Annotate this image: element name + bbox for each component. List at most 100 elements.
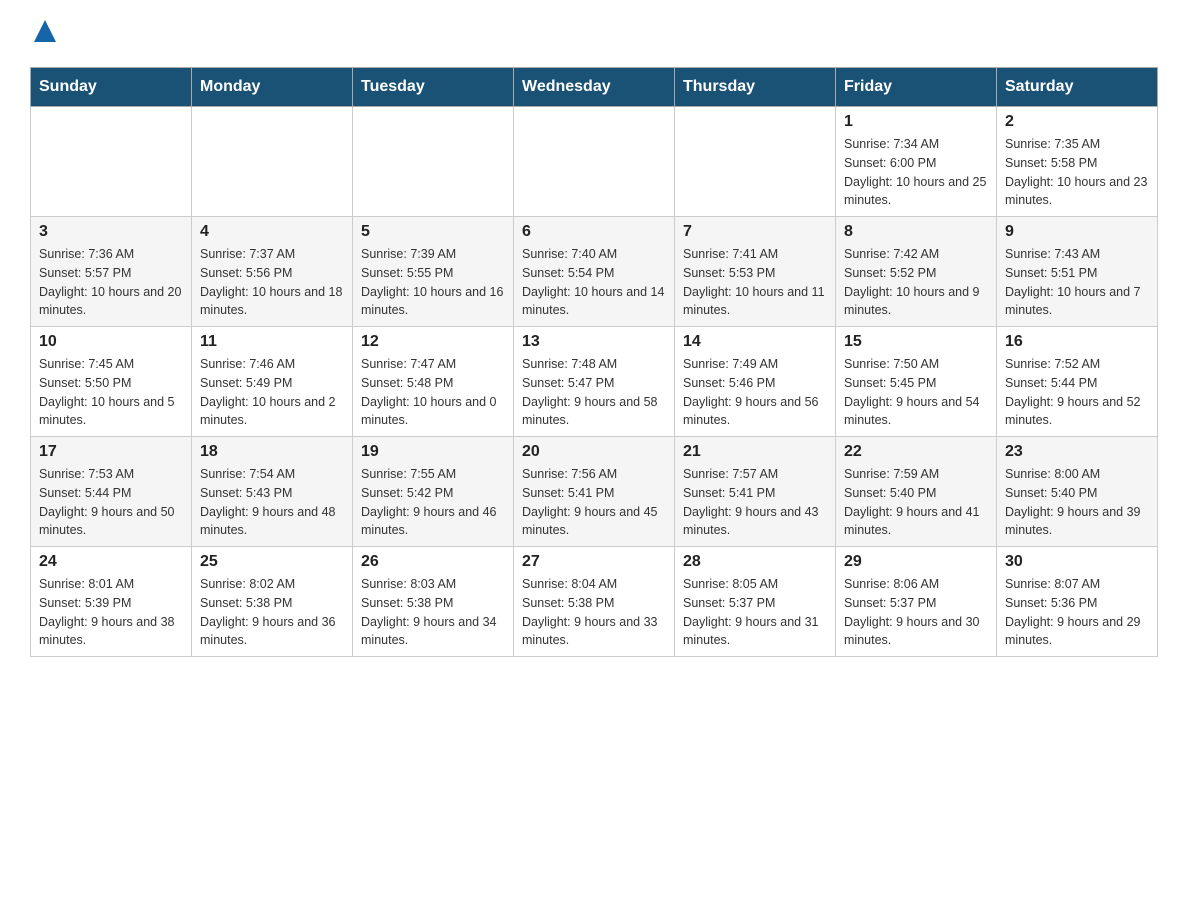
- table-row: 28 Sunrise: 8:05 AMSunset: 5:37 PMDayligh…: [675, 547, 836, 657]
- day-info: Sunrise: 7:49 AMSunset: 5:46 PMDaylight:…: [683, 355, 827, 430]
- day-info: Sunrise: 7:48 AMSunset: 5:47 PMDaylight:…: [522, 355, 666, 430]
- table-row: 22 Sunrise: 7:59 AMSunset: 5:40 PMDayligh…: [836, 437, 997, 547]
- table-row: 29 Sunrise: 8:06 AMSunset: 5:37 PMDayligh…: [836, 547, 997, 657]
- table-row: 12 Sunrise: 7:47 AMSunset: 5:48 PMDayligh…: [353, 327, 514, 437]
- col-saturday: Saturday: [997, 68, 1158, 107]
- table-row: 27 Sunrise: 8:04 AMSunset: 5:38 PMDayligh…: [514, 547, 675, 657]
- calendar-row: 3 Sunrise: 7:36 AMSunset: 5:57 PMDaylight…: [31, 217, 1158, 327]
- day-info: Sunrise: 7:50 AMSunset: 5:45 PMDaylight:…: [844, 355, 988, 430]
- day-info: Sunrise: 8:03 AMSunset: 5:38 PMDaylight:…: [361, 575, 505, 650]
- day-number: 15: [844, 333, 988, 351]
- day-number: 20: [522, 443, 666, 461]
- table-row: 7 Sunrise: 7:41 AMSunset: 5:53 PMDaylight…: [675, 217, 836, 327]
- table-row: 30 Sunrise: 8:07 AMSunset: 5:36 PMDayligh…: [997, 547, 1158, 657]
- day-number: 7: [683, 223, 827, 241]
- day-info: Sunrise: 7:52 AMSunset: 5:44 PMDaylight:…: [1005, 355, 1149, 430]
- day-number: 30: [1005, 553, 1149, 571]
- day-number: 2: [1005, 113, 1149, 131]
- table-row: 15 Sunrise: 7:50 AMSunset: 5:45 PMDayligh…: [836, 327, 997, 437]
- day-number: 13: [522, 333, 666, 351]
- day-info: Sunrise: 7:59 AMSunset: 5:40 PMDaylight:…: [844, 465, 988, 540]
- day-number: 5: [361, 223, 505, 241]
- table-row: 18 Sunrise: 7:54 AMSunset: 5:43 PMDayligh…: [192, 437, 353, 547]
- day-number: 10: [39, 333, 183, 351]
- table-row: [675, 107, 836, 217]
- col-tuesday: Tuesday: [353, 68, 514, 107]
- table-row: 20 Sunrise: 7:56 AMSunset: 5:41 PMDayligh…: [514, 437, 675, 547]
- day-number: 14: [683, 333, 827, 351]
- logo: [30, 20, 56, 47]
- day-number: 11: [200, 333, 344, 351]
- day-info: Sunrise: 7:47 AMSunset: 5:48 PMDaylight:…: [361, 355, 505, 430]
- col-thursday: Thursday: [675, 68, 836, 107]
- day-number: 8: [844, 223, 988, 241]
- day-number: 26: [361, 553, 505, 571]
- day-info: Sunrise: 7:34 AMSunset: 6:00 PMDaylight:…: [844, 135, 988, 210]
- day-number: 29: [844, 553, 988, 571]
- col-sunday: Sunday: [31, 68, 192, 107]
- table-row: 14 Sunrise: 7:49 AMSunset: 5:46 PMDayligh…: [675, 327, 836, 437]
- day-number: 27: [522, 553, 666, 571]
- day-number: 24: [39, 553, 183, 571]
- calendar-row: 17 Sunrise: 7:53 AMSunset: 5:44 PMDayligh…: [31, 437, 1158, 547]
- day-number: 22: [844, 443, 988, 461]
- table-row: 25Sunrise: 8:02 AMSunset: 5:38 PMDayligh…: [192, 547, 353, 657]
- day-info: Sunrise: 8:00 AMSunset: 5:40 PMDaylight:…: [1005, 465, 1149, 540]
- col-friday: Friday: [836, 68, 997, 107]
- day-info: Sunrise: 7:54 AMSunset: 5:43 PMDaylight:…: [200, 465, 344, 540]
- day-number: 1: [844, 113, 988, 131]
- day-info: Sunrise: 7:56 AMSunset: 5:41 PMDaylight:…: [522, 465, 666, 540]
- day-info: Sunrise: 7:39 AMSunset: 5:55 PMDaylight:…: [361, 245, 505, 320]
- day-info: Sunrise: 7:43 AMSunset: 5:51 PMDaylight:…: [1005, 245, 1149, 320]
- day-number: 19: [361, 443, 505, 461]
- day-info: Sunrise: 7:35 AMSunset: 5:58 PMDaylight:…: [1005, 135, 1149, 210]
- table-row: 11 Sunrise: 7:46 AMSunset: 5:49 PMDayligh…: [192, 327, 353, 437]
- table-row: [353, 107, 514, 217]
- table-row: 17 Sunrise: 7:53 AMSunset: 5:44 PMDayligh…: [31, 437, 192, 547]
- table-row: 1 Sunrise: 7:34 AMSunset: 6:00 PMDaylight…: [836, 107, 997, 217]
- table-row: 10 Sunrise: 7:45 AMSunset: 5:50 PMDayligh…: [31, 327, 192, 437]
- day-info: Sunrise: 7:45 AMSunset: 5:50 PMDaylight:…: [39, 355, 183, 430]
- day-number: 3: [39, 223, 183, 241]
- day-info: Sunrise: 7:57 AMSunset: 5:41 PMDaylight:…: [683, 465, 827, 540]
- day-number: 12: [361, 333, 505, 351]
- page-header: [30, 20, 1158, 47]
- day-info: Sunrise: 8:02 AMSunset: 5:38 PMDaylight:…: [200, 575, 344, 650]
- day-number: 9: [1005, 223, 1149, 241]
- table-row: [514, 107, 675, 217]
- day-info: Sunrise: 8:04 AMSunset: 5:38 PMDaylight:…: [522, 575, 666, 650]
- table-row: 26 Sunrise: 8:03 AMSunset: 5:38 PMDayligh…: [353, 547, 514, 657]
- table-row: 2 Sunrise: 7:35 AMSunset: 5:58 PMDaylight…: [997, 107, 1158, 217]
- day-info: Sunrise: 7:46 AMSunset: 5:49 PMDaylight:…: [200, 355, 344, 430]
- table-row: 19 Sunrise: 7:55 AMSunset: 5:42 PMDayligh…: [353, 437, 514, 547]
- day-info: Sunrise: 7:55 AMSunset: 5:42 PMDaylight:…: [361, 465, 505, 540]
- table-row: 6 Sunrise: 7:40 AMSunset: 5:54 PMDaylight…: [514, 217, 675, 327]
- day-info: Sunrise: 8:07 AMSunset: 5:36 PMDaylight:…: [1005, 575, 1149, 650]
- day-number: 28: [683, 553, 827, 571]
- col-wednesday: Wednesday: [514, 68, 675, 107]
- day-info: Sunrise: 7:53 AMSunset: 5:44 PMDaylight:…: [39, 465, 183, 540]
- day-number: 6: [522, 223, 666, 241]
- day-info: Sunrise: 7:41 AMSunset: 5:53 PMDaylight:…: [683, 245, 827, 320]
- table-row: 21 Sunrise: 7:57 AMSunset: 5:41 PMDayligh…: [675, 437, 836, 547]
- day-info: Sunrise: 7:36 AMSunset: 5:57 PMDaylight:…: [39, 245, 183, 320]
- table-row: 16 Sunrise: 7:52 AMSunset: 5:44 PMDayligh…: [997, 327, 1158, 437]
- calendar-table: Sunday Monday Tuesday Wednesday Thursday…: [30, 67, 1158, 657]
- table-row: 9 Sunrise: 7:43 AMSunset: 5:51 PMDaylight…: [997, 217, 1158, 327]
- calendar-row: 1 Sunrise: 7:34 AMSunset: 6:00 PMDaylight…: [31, 107, 1158, 217]
- day-number: 21: [683, 443, 827, 461]
- logo-triangle-icon: [34, 20, 56, 42]
- day-number: 17: [39, 443, 183, 461]
- day-info: Sunrise: 8:06 AMSunset: 5:37 PMDaylight:…: [844, 575, 988, 650]
- table-row: [31, 107, 192, 217]
- day-info: Sunrise: 8:05 AMSunset: 5:37 PMDaylight:…: [683, 575, 827, 650]
- day-number: 16: [1005, 333, 1149, 351]
- day-number: 18: [200, 443, 344, 461]
- day-info: Sunrise: 7:42 AMSunset: 5:52 PMDaylight:…: [844, 245, 988, 320]
- day-info: Sunrise: 8:01 AMSunset: 5:39 PMDaylight:…: [39, 575, 183, 650]
- col-monday: Monday: [192, 68, 353, 107]
- day-info: Sunrise: 7:40 AMSunset: 5:54 PMDaylight:…: [522, 245, 666, 320]
- table-row: [192, 107, 353, 217]
- calendar-header-row: Sunday Monday Tuesday Wednesday Thursday…: [31, 68, 1158, 107]
- table-row: 4Sunrise: 7:37 AMSunset: 5:56 PMDaylight…: [192, 217, 353, 327]
